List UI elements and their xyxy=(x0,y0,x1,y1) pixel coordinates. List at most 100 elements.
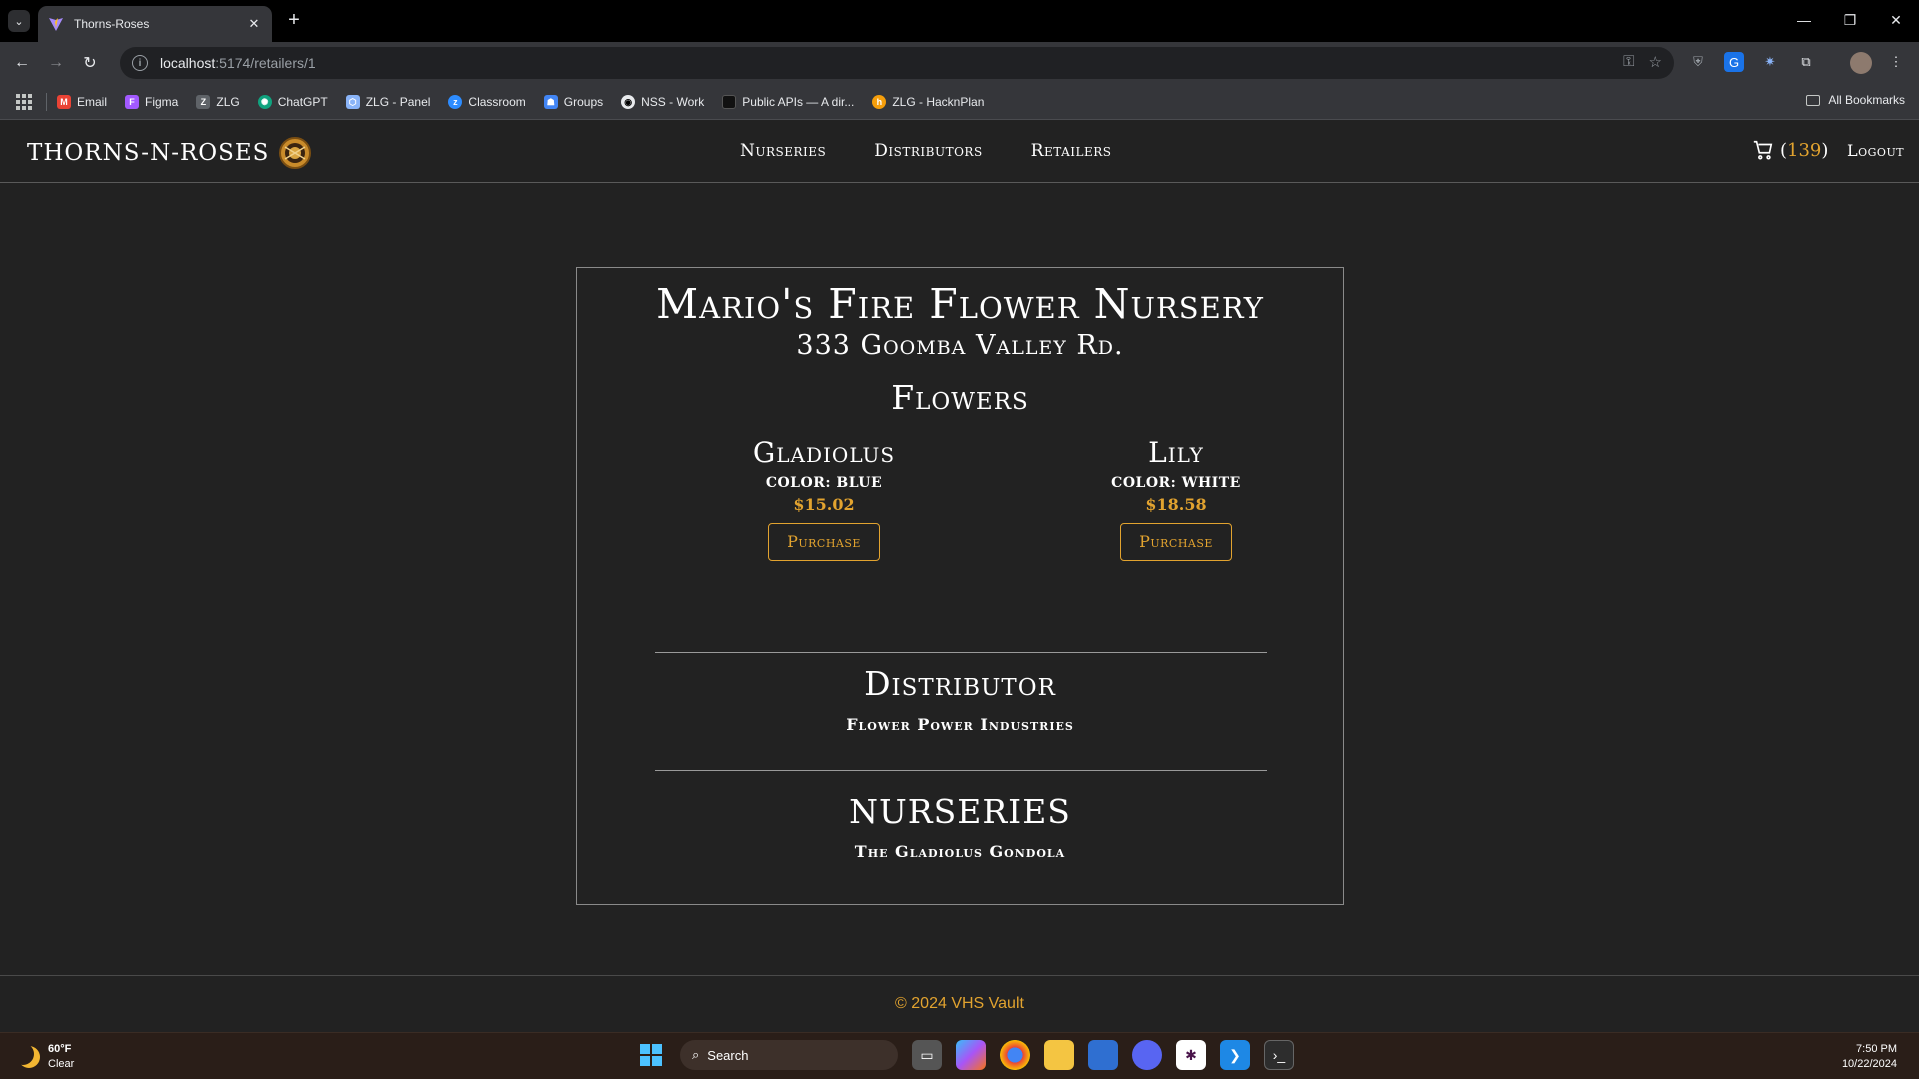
brand[interactable]: THORNS-N-ROSES xyxy=(27,137,312,169)
bookmark-zlg[interactable]: Z ZLG xyxy=(196,94,240,109)
all-bookmarks[interactable]: All Bookmarks xyxy=(1806,93,1905,107)
logout-link[interactable]: Logout xyxy=(1847,141,1904,160)
shield-extension-icon[interactable]: ⛨ xyxy=(1688,52,1708,72)
section-divider xyxy=(655,770,1267,771)
bookmark-groups[interactable]: ☗ Groups xyxy=(543,94,603,109)
bookmark-chatgpt[interactable]: ✺ ChatGPT xyxy=(257,94,328,109)
translate-extension-icon[interactable]: G xyxy=(1724,52,1744,72)
hacknplan-icon: h xyxy=(872,94,887,109)
bookmark-hacknplan[interactable]: h ZLG - HacknPlan xyxy=(872,94,984,109)
cart-count: 139 xyxy=(1787,139,1822,161)
restore-button[interactable]: ❐ xyxy=(1827,0,1873,40)
flower-price: $15.02 xyxy=(793,495,855,514)
copilot-icon[interactable] xyxy=(956,1040,986,1070)
flower-card: Lily COLOR: WHITE $18.58 Purchase xyxy=(1046,436,1306,561)
window-controls: — ❐ ✕ xyxy=(1781,0,1919,40)
reload-icon[interactable]: ↻ xyxy=(78,51,102,75)
tab-strip: ⌄ Thorns-Roses ✕ + — ❐ ✕ xyxy=(0,0,1919,42)
flower-name: Lily xyxy=(1148,436,1204,469)
bookmarks-separator xyxy=(46,92,47,111)
profile-avatar[interactable] xyxy=(1850,52,1872,74)
vite-favicon-icon xyxy=(49,18,63,31)
bookmark-zlg-panel[interactable]: ⬡ ZLG - Panel xyxy=(345,94,430,109)
flowers-heading: Flowers xyxy=(891,378,1029,417)
purchase-button[interactable]: Purchase xyxy=(1120,523,1232,561)
chatgpt-icon: ✺ xyxy=(257,94,272,109)
purchase-button[interactable]: Purchase xyxy=(768,523,880,561)
url-host: localhost xyxy=(160,55,216,71)
bookmark-classroom[interactable]: z Classroom xyxy=(448,94,526,109)
moon-icon xyxy=(18,1046,40,1068)
nurseries-heading: NURSERIES xyxy=(849,792,1071,831)
omnibox-actions: ⚿ ☆ xyxy=(1623,53,1662,71)
distributor-heading: Distributor xyxy=(864,664,1056,703)
taskbar-search[interactable]: ⌕ Search xyxy=(680,1040,898,1070)
minimize-button[interactable]: — xyxy=(1781,0,1827,40)
bookmark-figma[interactable]: F Figma xyxy=(125,94,178,109)
weather-condition: Clear xyxy=(48,1058,75,1070)
bookmark-email[interactable]: M Email xyxy=(57,94,107,109)
retailer-name: Mario's Fire Flower Nursery xyxy=(656,280,1264,328)
vscode-icon[interactable]: ❯ xyxy=(1220,1040,1250,1070)
extensions-puzzle-icon[interactable]: ⧉ xyxy=(1796,52,1816,72)
back-arrow-icon[interactable]: ← xyxy=(10,51,34,75)
brand-title: THORNS-N-ROSES xyxy=(27,140,270,166)
taskbar-apps: ⌕ Search ▭ ✱ ❯ ›_ xyxy=(636,1040,1294,1070)
terminal-icon[interactable]: ›_ xyxy=(1264,1040,1294,1070)
flower-price: $18.58 xyxy=(1145,495,1207,514)
bookmarks-bar: M Email F Figma Z ZLG ✺ ChatGPT ⬡ ZLG - Panel… xyxy=(0,84,1919,120)
clock-time: 7:50 PM xyxy=(1856,1043,1897,1055)
new-tab-button[interactable]: + xyxy=(282,8,306,32)
browser-menu-icon[interactable]: ⋮ xyxy=(1886,52,1906,72)
folder-icon xyxy=(1806,94,1821,106)
gear-extension-icon[interactable]: ✷ xyxy=(1760,52,1780,72)
weather-widget[interactable]: 60°F Clear xyxy=(18,1042,74,1072)
active-tab[interactable]: Thorns-Roses ✕ xyxy=(38,6,272,42)
zoom-icon: z xyxy=(448,94,463,109)
retailer-address: 333 Goomba Valley Rd. xyxy=(796,330,1124,361)
bookmark-star-icon[interactable]: ☆ xyxy=(1649,53,1662,71)
slack-icon[interactable]: ✱ xyxy=(1176,1040,1206,1070)
gmail-icon: M xyxy=(57,94,71,109)
app-root: THORNS-N-ROSES Nurseries Distributors Re… xyxy=(0,120,1919,1032)
task-view-icon[interactable]: ▭ xyxy=(912,1040,942,1070)
weather-temp: 60°F xyxy=(48,1043,72,1055)
address-bar[interactable]: i localhost:5174/retailers/1 ⚿ ☆ xyxy=(120,47,1674,79)
apps-grid-icon[interactable] xyxy=(16,93,32,110)
system-clock[interactable]: 7:50 PM 10/22/2024 xyxy=(1842,1042,1897,1072)
nav-retailers[interactable]: Retailers xyxy=(1031,141,1112,161)
section-divider xyxy=(655,652,1267,653)
windows-start-icon[interactable] xyxy=(636,1040,666,1070)
bookmark-public-apis[interactable]: Public APIs — A dir... xyxy=(722,94,854,109)
cart-button[interactable]: (139) xyxy=(1752,139,1828,161)
url-path: :5174/retailers/1 xyxy=(215,55,316,71)
password-key-icon[interactable]: ⚿ xyxy=(1623,53,1634,71)
outlook-icon[interactable] xyxy=(1088,1040,1118,1070)
close-window-button[interactable]: ✕ xyxy=(1873,0,1919,40)
flower-name: Gladiolus xyxy=(752,436,896,469)
discord-icon[interactable] xyxy=(1132,1040,1162,1070)
windows-taskbar: 60°F Clear ⌕ Search ▭ ✱ ❯ ›_ 7:50 PM 10/… xyxy=(0,1032,1919,1079)
chrome-icon[interactable] xyxy=(1000,1040,1030,1070)
app-footer: © 2024 VHS Vault xyxy=(0,975,1919,1032)
distributor-name: Flower Power Industries xyxy=(846,715,1074,734)
file-explorer-icon[interactable] xyxy=(1044,1040,1074,1070)
tab-search-button[interactable]: ⌄ xyxy=(8,10,30,32)
zlg-icon: Z xyxy=(196,94,211,109)
app-header: THORNS-N-ROSES Nurseries Distributors Re… xyxy=(0,120,1919,183)
bookmark-nss-work[interactable]: ◉ NSS - Work xyxy=(621,94,704,109)
github-icon: ◉ xyxy=(621,94,636,109)
nav-distributors[interactable]: Distributors xyxy=(874,141,982,161)
footer-copyright: © 2024 VHS Vault xyxy=(895,995,1024,1012)
panel-icon: ⬡ xyxy=(345,94,360,109)
nursery-name: The Gladiolus Gondola xyxy=(854,842,1066,861)
figma-icon: F xyxy=(125,94,140,109)
site-info-icon[interactable]: i xyxy=(132,55,148,71)
search-icon: ⌕ xyxy=(692,1047,700,1062)
nav-nurseries[interactable]: Nurseries xyxy=(740,141,826,161)
tab-title: Thorns-Roses xyxy=(74,17,150,31)
search-label: Search xyxy=(707,1047,749,1063)
flower-color: COLOR: BLUE xyxy=(765,475,883,491)
forward-arrow-icon[interactable]: → xyxy=(44,51,68,75)
tab-close-icon[interactable]: ✕ xyxy=(246,16,262,32)
